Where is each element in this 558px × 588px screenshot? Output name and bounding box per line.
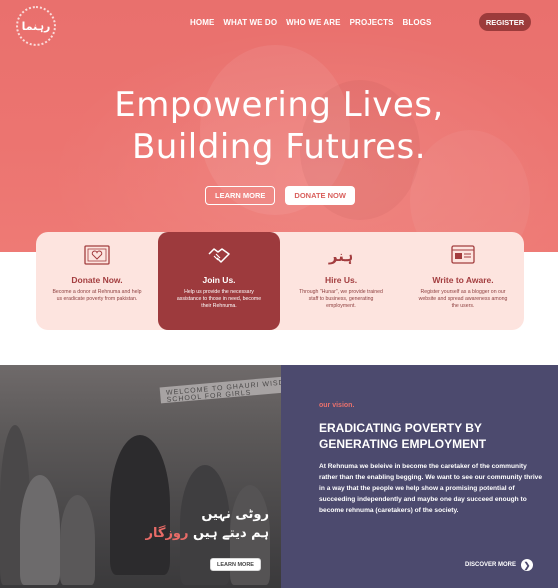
discover-more-label: DISCOVER MORE bbox=[465, 562, 517, 568]
feature-title: Write to Aware. bbox=[432, 275, 494, 285]
register-button[interactable]: REGISTER bbox=[479, 13, 531, 31]
main-nav: HOME WHAT WE DO WHO WE ARE PROJECTS BLOG… bbox=[190, 18, 432, 27]
community-photo: WELCOME TO GHAURI WISDOM HIGH SCHOOL FOR… bbox=[0, 365, 281, 588]
photo-person bbox=[60, 495, 95, 585]
donate-now-button[interactable]: DONATE NOW bbox=[285, 186, 355, 205]
urdu-slogan-prefix: ہم دیتے ہیں bbox=[193, 526, 269, 541]
hero-section: رہنما HOME WHAT WE DO WHO WE ARE PROJECT… bbox=[0, 0, 558, 252]
vision-heading: ERADICATING POVERTY BY GENERATING EMPLOY… bbox=[319, 421, 487, 451]
feature-desc: Help us provide the necessary assistance… bbox=[176, 289, 262, 309]
feature-join[interactable]: Join Us. Help us provide the necessary a… bbox=[158, 232, 280, 330]
svg-text:ہنر: ہنر bbox=[328, 247, 353, 265]
hero-title: Empowering Lives, Building Futures. bbox=[0, 84, 558, 168]
feature-title: Donate Now. bbox=[71, 275, 123, 285]
banner-text: WELCOME TO GHAURI WISDOM HIGH SCHOOL FOR… bbox=[165, 376, 281, 404]
handshake-icon bbox=[208, 248, 230, 263]
urdu-slogan-accent: روزگار bbox=[145, 526, 189, 541]
hero-title-line2: Building Futures. bbox=[131, 127, 427, 167]
feature-desc: Become a donor at Rehnuma and help us er… bbox=[52, 289, 142, 302]
discover-more-link[interactable]: DISCOVER MORE ❯ bbox=[465, 559, 534, 571]
nav-who-we-are[interactable]: WHO WE ARE bbox=[286, 18, 340, 27]
logo-text: رہنما bbox=[21, 19, 51, 33]
feature-donate[interactable]: Donate Now. Become a donor at Rehnuma an… bbox=[36, 232, 158, 330]
nav-blogs[interactable]: BLOGS bbox=[403, 18, 432, 27]
learn-more-button[interactable]: LEARN MORE bbox=[205, 186, 276, 205]
nav-home[interactable]: HOME bbox=[190, 18, 214, 27]
school-banner: WELCOME TO GHAURI WISDOM HIGH SCHOOL FOR… bbox=[159, 372, 281, 404]
hero-title-line1: Empowering Lives, bbox=[114, 85, 444, 125]
hunar-icon: ہنر bbox=[328, 247, 353, 265]
photo-person bbox=[110, 435, 170, 575]
urdu-slogan-line1: روٹی نہیں bbox=[201, 507, 269, 522]
arrow-right-icon: ❯ bbox=[521, 559, 534, 571]
blog-icon bbox=[451, 245, 475, 264]
features-panel: Donate Now. Become a donor at Rehnuma an… bbox=[36, 232, 524, 330]
nav-what-we-do[interactable]: WHAT WE DO bbox=[223, 18, 277, 27]
photo-learn-more-button[interactable]: LEARN MORE bbox=[210, 558, 261, 571]
vision-label: our vision. bbox=[319, 402, 355, 409]
feature-title: Hire Us. bbox=[324, 275, 358, 285]
vision-section: our vision. ERADICATING POVERTY BY GENER… bbox=[281, 365, 558, 588]
logo[interactable]: رہنما bbox=[16, 6, 56, 46]
feature-hire[interactable]: ہنر Hire Us. Through "Hunar", we provide… bbox=[280, 232, 402, 330]
photo-person bbox=[20, 475, 60, 585]
hero-buttons: LEARN MORE DONATE NOW bbox=[205, 186, 355, 205]
heart-card-icon bbox=[84, 245, 110, 265]
nav-projects[interactable]: PROJECTS bbox=[350, 18, 394, 27]
feature-title: Join Us. bbox=[202, 275, 236, 285]
feature-desc: Register yourself as a blogger on our we… bbox=[418, 289, 508, 309]
feature-desc: Through "Hunar", we provide trained staf… bbox=[299, 289, 383, 309]
urdu-slogan-line2: ہم دیتے ہیں روزگار bbox=[146, 526, 269, 541]
vision-body: At Rehnuma we beleive in become the care… bbox=[319, 463, 542, 514]
feature-write[interactable]: Write to Aware. Register yourself as a b… bbox=[402, 232, 524, 330]
